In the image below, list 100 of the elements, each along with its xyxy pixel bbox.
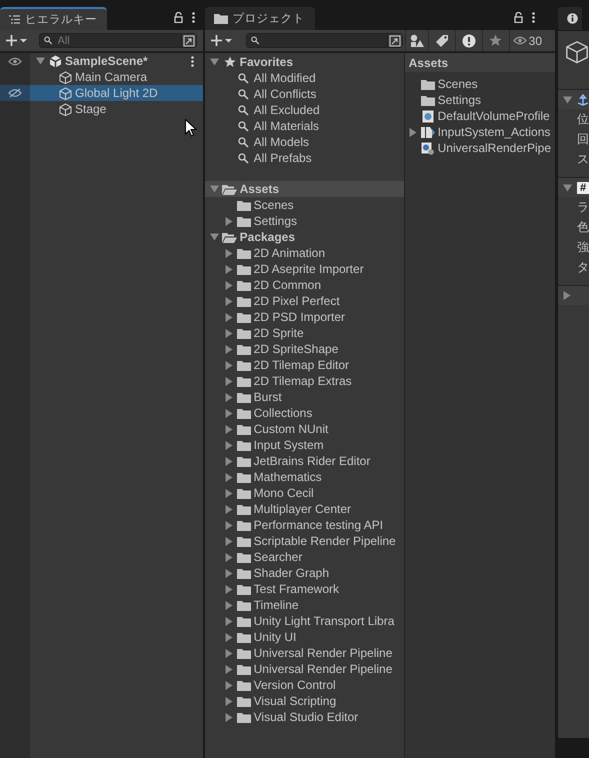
- folder-item[interactable]: Mono Cecil: [254, 486, 314, 500]
- folder-row[interactable]: Assets: [204, 181, 404, 197]
- hierarchy-row[interactable]: Global Light 2D: [30, 85, 203, 101]
- warning-icon[interactable]: [462, 34, 476, 48]
- folder-row[interactable]: Scenes: [204, 197, 404, 213]
- collapse-arrow-icon[interactable]: [210, 58, 220, 66]
- folder-item[interactable]: 2D Tilemap Editor: [254, 358, 350, 372]
- asset-item[interactable]: Scenes: [438, 77, 478, 91]
- lock-icon[interactable]: [174, 12, 183, 23]
- object-name: Stage: [75, 102, 106, 116]
- folder-icon: [236, 552, 251, 562]
- collapse-arrow-icon[interactable]: [210, 233, 220, 241]
- property-label: 回: [577, 130, 589, 148]
- add-icon[interactable]: [210, 35, 232, 46]
- folder-item[interactable]: 2D Tilemap Extras: [254, 374, 352, 388]
- folder-item[interactable]: Collections: [254, 406, 312, 420]
- inspector-tab[interactable]: [558, 7, 582, 30]
- folder-item[interactable]: Visual Scripting: [254, 694, 336, 708]
- folder-item[interactable]: Searcher: [254, 550, 302, 564]
- folder-item[interactable]: Test Framework: [254, 582, 339, 596]
- folder-item[interactable]: Input System: [254, 438, 324, 452]
- folder-item[interactable]: Unity Light Transport Libra: [254, 614, 394, 628]
- lock-icon[interactable]: [514, 12, 523, 23]
- folder-item[interactable]: Scenes: [254, 198, 294, 212]
- cube-icon: [58, 70, 72, 84]
- collapse-arrow-icon[interactable]: [563, 96, 572, 104]
- more-icon[interactable]: [190, 56, 194, 66]
- favorites-label[interactable]: Favorites: [240, 55, 293, 69]
- folder-item[interactable]: 2D PSD Importer: [254, 310, 345, 324]
- search-field[interactable]: All: [38, 33, 197, 48]
- asset-item[interactable]: InputSystem_Actions: [438, 125, 550, 139]
- asset-item[interactable]: DefaultVolumeProfile: [438, 109, 550, 123]
- folder-item[interactable]: JetBrains Rider Editor: [254, 454, 370, 468]
- folder-item[interactable]: Scriptable Render Pipeline: [254, 534, 396, 548]
- eye-icon[interactable]: [8, 56, 22, 66]
- more-icon[interactable]: [192, 12, 195, 23]
- collapse-arrow-icon[interactable]: [36, 57, 44, 65]
- tag-icon[interactable]: [434, 34, 449, 48]
- favorite-item[interactable]: All Prefabs: [254, 151, 312, 165]
- project-tab[interactable]: プロジェクト: [204, 7, 315, 30]
- search-field[interactable]: [246, 33, 403, 48]
- folder-item[interactable]: Settings: [254, 214, 297, 228]
- folder-item[interactable]: Shader Graph: [254, 566, 330, 580]
- collapse-arrow-icon[interactable]: [210, 185, 220, 193]
- open-folder-icon: [222, 184, 238, 194]
- scene-name[interactable]: SampleScene*: [65, 54, 148, 68]
- folder-icon: [236, 520, 251, 530]
- expand-arrow-icon[interactable]: [408, 128, 417, 136]
- folder-item[interactable]: Visual Studio Editor: [254, 710, 358, 724]
- folder-item[interactable]: 2D SpriteShape: [254, 342, 338, 356]
- folder-item[interactable]: Timeline: [254, 598, 299, 612]
- star-icon[interactable]: [489, 34, 502, 47]
- folder-item[interactable]: Custom NUnit: [254, 422, 328, 436]
- collapse-arrow-icon[interactable]: [563, 184, 572, 192]
- asset-row[interactable]: DefaultVolumeProfile: [404, 108, 555, 124]
- expand-icon[interactable]: [182, 34, 195, 46]
- hierarchy-tab[interactable]: ヒエラルキー: [0, 7, 107, 30]
- folder-item[interactable]: 2D Aseprite Importer: [254, 262, 364, 276]
- favorite-item[interactable]: All Conflicts: [254, 87, 316, 101]
- folder-item[interactable]: Unity UI: [254, 630, 296, 644]
- eye-icon[interactable]: [512, 36, 527, 45]
- hidden-eye-icon[interactable]: [8, 88, 22, 98]
- favorite-item[interactable]: All Modified: [254, 71, 316, 85]
- hierarchy-row[interactable]: Stage: [30, 101, 203, 117]
- favorite-item[interactable]: All Materials: [254, 119, 319, 133]
- favorite-item[interactable]: All Models: [254, 135, 309, 149]
- folder-icon: [236, 312, 251, 322]
- folder-row[interactable]: Packages: [204, 229, 404, 245]
- asset-item[interactable]: UniversalRenderPipe: [438, 141, 552, 155]
- folder-item[interactable]: Universal Render Pipeline: [254, 646, 392, 660]
- folder-icon: [236, 216, 251, 226]
- favorite-item[interactable]: All Excluded: [254, 103, 320, 117]
- asset-row[interactable]: Settings: [404, 92, 555, 108]
- more-icon[interactable]: [532, 12, 535, 23]
- shapes-icon[interactable]: [410, 34, 424, 48]
- add-icon[interactable]: [6, 35, 27, 46]
- folder-item[interactable]: 2D Sprite: [254, 326, 304, 340]
- expand-arrow-icon[interactable]: [224, 216, 233, 226]
- asset-row[interactable]: Scenes: [404, 76, 555, 92]
- folder-icon: [236, 568, 251, 578]
- folder-item[interactable]: Performance testing API: [254, 518, 384, 532]
- search-icon: [238, 88, 250, 100]
- hierarchy-row[interactable]: Main Camera: [30, 69, 203, 85]
- folder-item[interactable]: Burst: [254, 390, 282, 404]
- folder-item[interactable]: Mathematics: [254, 470, 322, 484]
- breadcrumb[interactable]: Assets: [408, 56, 448, 70]
- expand-icon[interactable]: [388, 34, 401, 46]
- asset-item[interactable]: Settings: [438, 93, 481, 107]
- folder-item[interactable]: 2D Pixel Perfect: [254, 294, 340, 308]
- folder-icon: [236, 264, 251, 274]
- folder-item[interactable]: 2D Animation: [254, 246, 326, 260]
- folder-item[interactable]: Universal Render Pipeline: [254, 662, 392, 676]
- visible-count: 30: [528, 34, 542, 48]
- asset-row[interactable]: UniversalRenderPipe: [404, 140, 555, 156]
- folder-item[interactable]: Multiplayer Center: [254, 502, 352, 516]
- expand-arrow-icon[interactable]: [563, 291, 571, 300]
- search-icon: [238, 104, 250, 116]
- folder-icon: [236, 488, 251, 498]
- folder-item[interactable]: Version Control: [254, 678, 336, 692]
- folder-item[interactable]: 2D Common: [254, 278, 321, 292]
